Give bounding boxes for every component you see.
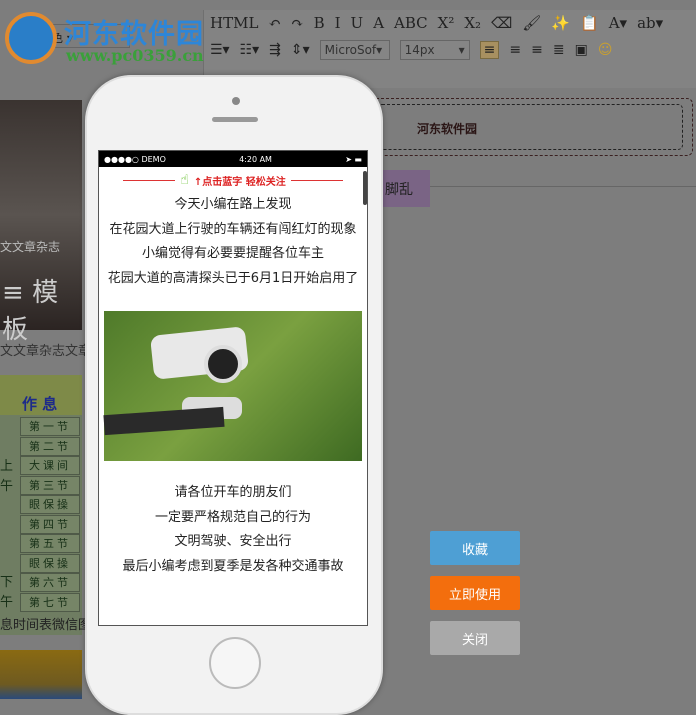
close-button[interactable]: 关闭 (430, 621, 520, 655)
article-paragraph: 花园大道的高清探头已于6月1日开始启用了 (107, 270, 359, 286)
camera-icon (232, 97, 240, 105)
title-preview-block[interactable]: 河东软件园 (370, 98, 693, 156)
watermark-url: www.pc0359.cn (66, 46, 204, 65)
table-row: 第一节 (20, 417, 80, 436)
watermark-logo (5, 12, 57, 64)
toolbar-button-icon[interactable]: B (314, 14, 325, 32)
side-char: 下 (0, 575, 14, 590)
article-title[interactable]: 文文章杂志文章 (0, 340, 91, 359)
camera-photo (103, 311, 362, 461)
follow-banner[interactable]: ☝ ↑点击蓝字 轻松关注 (99, 167, 367, 193)
battery-icon: ➤ ▬ (345, 154, 362, 164)
favorite-button[interactable]: 收藏 (430, 531, 520, 565)
toolbar-button-icon[interactable]: 📋 (580, 14, 599, 32)
article-paragraph: 今天小编在路上发现 (174, 197, 292, 212)
align-right-icon[interactable]: ≡ (531, 42, 543, 58)
toolbar-button-icon[interactable]: ⌫ (491, 14, 512, 32)
table-row: 眼保操 (20, 553, 80, 573)
toolbar-button-icon[interactable]: X₂ (464, 14, 481, 32)
side-char: 午 (0, 479, 14, 494)
side-char: 上 (0, 459, 14, 474)
ordered-list-icon[interactable]: ☰▾ (210, 42, 230, 58)
toolbar-button-icon[interactable]: ab▾ (637, 14, 663, 32)
article-paragraph: 小编觉得有必要要提醒各位车主 (141, 246, 324, 261)
toolbar-button-icon[interactable]: ↶ (268, 14, 281, 32)
indent-icon[interactable]: ⇶ (269, 42, 281, 58)
article-paragraph: 请各位开车的朋友们 (174, 485, 292, 500)
home-button[interactable] (209, 637, 261, 689)
scrollbar[interactable] (363, 171, 367, 205)
unordered-list-icon[interactable]: ☷▾ (240, 42, 260, 58)
status-bar: ●●●●○ DEMO 4:20 AM ➤ ▬ (99, 151, 367, 167)
toolbar-button-icon[interactable]: A (373, 14, 384, 32)
table-row: 第六节 (20, 573, 80, 592)
table-row: 第三节 (20, 475, 80, 495)
toolbar-button-icon[interactable]: 🖌 (522, 14, 541, 32)
table-row: 第七节 (20, 592, 80, 612)
toolbar-button-icon[interactable]: I (335, 14, 341, 32)
justify-icon[interactable]: ≣ (553, 42, 565, 58)
template-banner-image[interactable]: 文文章杂志 ≡ 模板 (0, 100, 82, 345)
banner-title: ≡ 模板 (2, 278, 59, 345)
toolbar-button-icon[interactable]: A▾ (609, 14, 627, 32)
hand-pointer-icon: ☝ (180, 172, 189, 188)
table-row: 第四节 (20, 514, 80, 534)
preview-title: 河东软件园 (417, 122, 478, 136)
align-center-icon[interactable]: ≡ (509, 42, 521, 58)
align-left-icon[interactable]: ≡ (479, 41, 500, 59)
toolbar-button-icon[interactable]: ABC (394, 14, 428, 32)
article-paragraph: 文明驾驶、安全出行 (174, 534, 292, 549)
line-height-icon[interactable]: ⇕▾ (291, 42, 310, 58)
speaker-icon (212, 117, 258, 122)
image-icon[interactable]: ▣ (575, 42, 588, 58)
article-paragraph: 最后小编考虑到夏季是发各种交通事故 (122, 558, 344, 574)
banner-caption: 文文章杂志 (0, 240, 61, 254)
toolbar-button-icon[interactable]: ↷ (291, 14, 304, 32)
toolbar-button-icon[interactable]: U (351, 14, 364, 32)
carrier: ●●●●○ DEMO (104, 154, 166, 164)
schedule-caption[interactable]: 息时间表微信图 (0, 614, 91, 633)
font-size-select[interactable]: 14px ▾ (399, 40, 470, 60)
toolbar-button-icon[interactable]: HTML (210, 14, 258, 32)
table-row: 眼保操 (20, 495, 80, 514)
table-row: 第五节 (20, 534, 80, 553)
emoji-icon[interactable]: ☺ (598, 42, 613, 58)
toolbar-button-icon[interactable]: X² (438, 14, 455, 32)
article-paragraph: 一定要严格规范自己的行为 (154, 509, 311, 525)
table-row: 第二节 (20, 436, 80, 456)
toolbar-button-icon[interactable]: ✨ (551, 14, 570, 32)
article-paragraph: 在花园大道上行驶的车辆还有闯红灯的现象 (109, 221, 357, 237)
style-tag[interactable]: 脚乱 (383, 170, 430, 207)
side-char: 午 (0, 595, 14, 610)
bottom-thumbnail[interactable] (0, 650, 82, 699)
font-family-select[interactable]: MicroSof ▾ (319, 40, 390, 60)
table-header: 作 息 (22, 395, 58, 413)
use-now-button[interactable]: 立即使用 (430, 576, 520, 610)
table-row: 大课间 (20, 456, 80, 475)
clock: 4:20 AM (239, 154, 272, 164)
schedule-image[interactable]: 作 息 第一节 第二节 大课间 第三节 眼保操 第四节 第五节 眼保操 第六节 第七节 上午下午 (0, 375, 82, 635)
phone-screen[interactable]: ●●●●○ DEMO 4:20 AM ➤ ▬ ☝ ↑点击蓝字 轻松关注 今天小编… (98, 150, 368, 626)
